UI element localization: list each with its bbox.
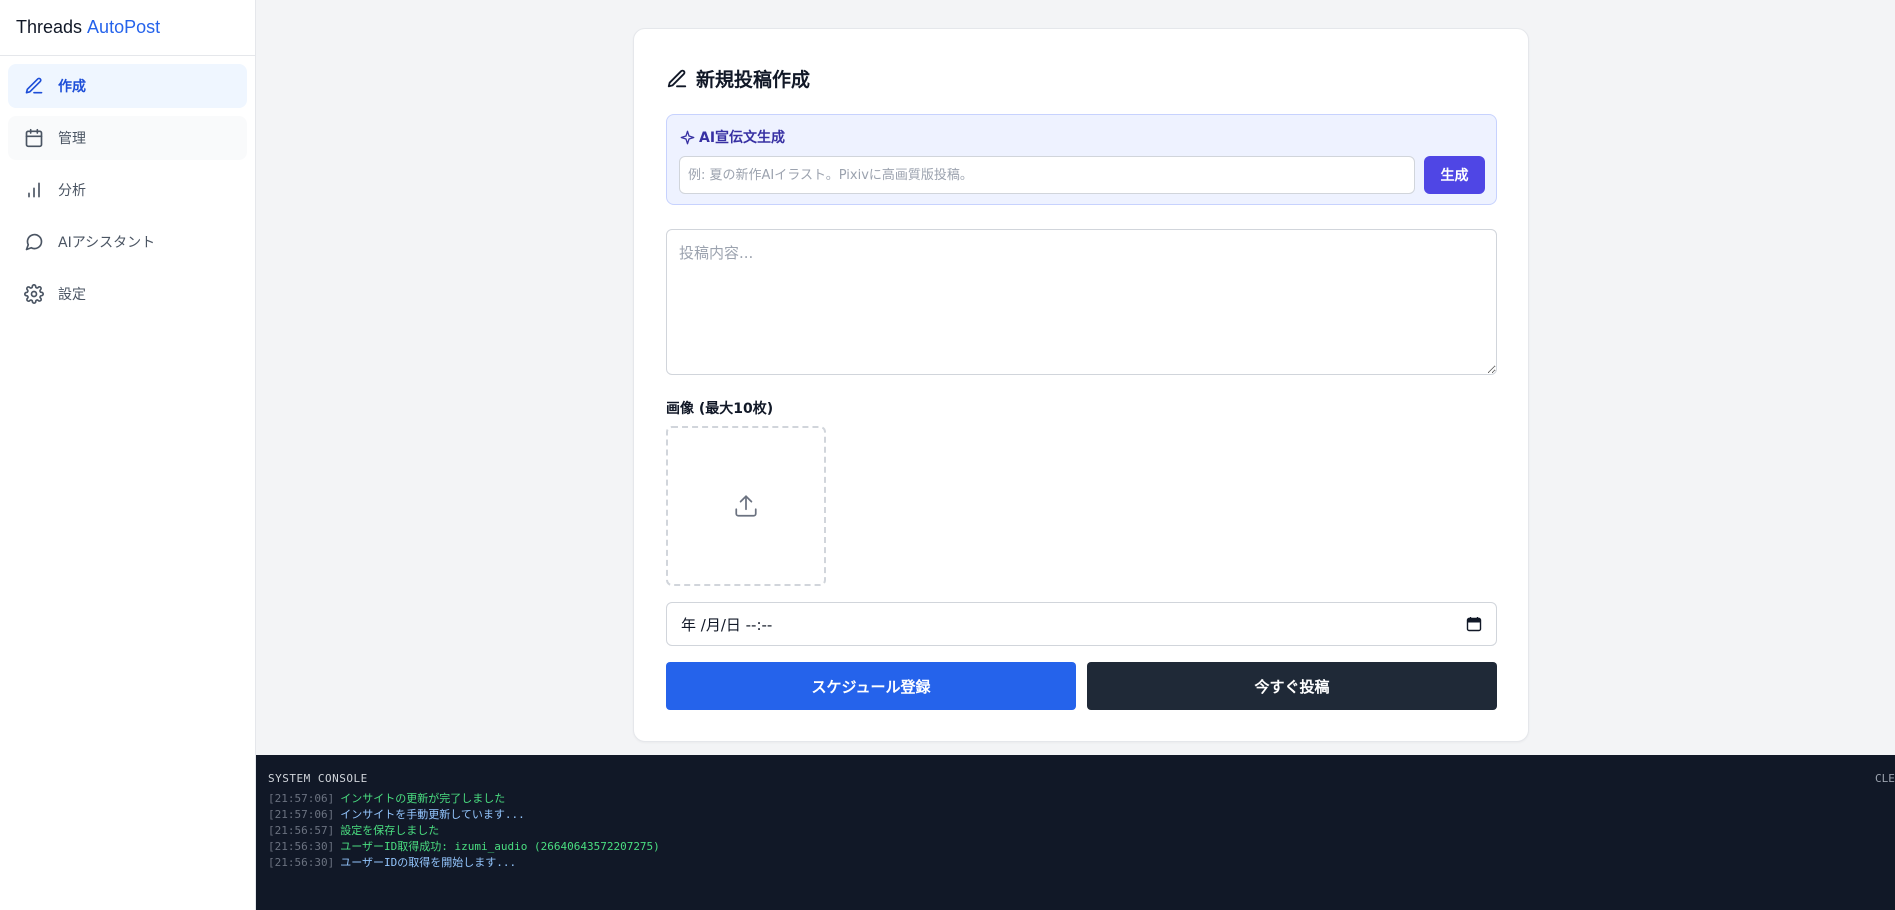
sidebar-nav: 作成 管理 分析 AIアシスタント 設定 — [0, 56, 255, 332]
page-title: 新規投稿作成 — [666, 65, 810, 92]
sidebar-item-label: 作成 — [58, 79, 86, 95]
system-console: SYSTEM CONSOLE CLEAR [21:57:06] インサイトの更新が… — [256, 755, 1895, 910]
image-upload-dropzone[interactable] — [666, 426, 826, 586]
log-message: インサイトを手動更新しています... — [340, 808, 525, 821]
ai-generator-label-text: AI宣伝文生成 — [699, 130, 786, 146]
log-entry: [21:57:06] インサイトを手動更新しています... — [268, 807, 660, 823]
log-entry: [21:57:06] インサイトの更新が完了しました — [268, 791, 660, 807]
bar-chart-icon — [28, 182, 40, 198]
sparkles-icon — [680, 130, 695, 144]
sidebar-item-label: AIアシスタント — [58, 235, 156, 251]
post-content-textarea[interactable] — [666, 229, 1497, 375]
log-message: ユーザーIDの取得を開始します... — [340, 856, 517, 869]
log-message: ユーザーID取得成功: izumi_audio (266406435722072… — [340, 840, 660, 853]
new-post-card: 新規投稿作成 AI宣伝文生成 生成 画像 (最大10枚) 年 /月/日 --:-… — [633, 28, 1529, 742]
images-label: 画像 (最大10枚) — [666, 401, 774, 417]
pencil-icon — [667, 69, 687, 87]
sidebar-item-label: 管理 — [58, 131, 86, 147]
console-log-list: [21:57:06] インサイトの更新が完了しました [21:57:06] インサイ… — [268, 791, 660, 871]
calendar-picker-icon[interactable] — [1466, 616, 1482, 632]
post-now-button[interactable]: 今すぐ投稿 — [1087, 662, 1497, 710]
log-entry: [21:56:30] ユーザーID取得成功: izumi_audio (26640… — [268, 839, 660, 855]
pencil-icon — [25, 77, 43, 94]
sidebar-item-create[interactable]: 作成 — [8, 64, 247, 108]
log-timestamp: [21:56:30] — [268, 856, 335, 869]
message-circle-icon — [25, 233, 43, 251]
console-clear-button[interactable]: CLEAR — [1875, 772, 1895, 785]
log-message: 設定を保存しました — [340, 824, 440, 837]
schedule-datetime-input[interactable]: 年 /月/日 --:-- — [666, 602, 1497, 646]
sidebar-item-analytics[interactable]: 分析 — [8, 168, 247, 212]
log-timestamp: [21:57:06] — [268, 792, 335, 805]
sidebar-item-manage[interactable]: 管理 — [8, 116, 247, 160]
generate-button[interactable]: 生成 — [1424, 156, 1485, 194]
ai-copy-generator: AI宣伝文生成 生成 — [666, 114, 1497, 205]
schedule-button[interactable]: スケジュール登録 — [666, 662, 1076, 710]
brand-name-primary: Threads — [16, 17, 83, 37]
console-title: SYSTEM CONSOLE — [268, 772, 368, 785]
log-entry: [21:56:57] 設定を保存しました — [268, 823, 660, 839]
log-timestamp: [21:56:30] — [268, 840, 335, 853]
brand-logo[interactable]: Threads AutoPost — [0, 0, 255, 56]
sidebar-item-settings[interactable]: 設定 — [8, 272, 247, 316]
ai-generator-label: AI宣伝文生成 — [680, 127, 785, 147]
log-entry: [21:56:30] ユーザーIDの取得を開始します... — [268, 855, 660, 871]
sidebar-item-label: 設定 — [58, 287, 86, 303]
log-timestamp: [21:56:57] — [268, 824, 335, 837]
brand-name-accent: AutoPost — [87, 17, 161, 37]
page-title-text: 新規投稿作成 — [696, 69, 811, 91]
sidebar: Threads AutoPost 作成 管理 分析 AIアシスタント 設定 — [0, 0, 256, 910]
calendar-icon — [25, 128, 43, 148]
upload-icon — [735, 495, 757, 517]
log-message: インサイトの更新が完了しました — [340, 792, 506, 805]
sidebar-item-ai-assistant[interactable]: AIアシスタント — [8, 220, 247, 264]
datetime-value: 年 /月/日 --:-- — [681, 615, 773, 634]
log-timestamp: [21:57:06] — [268, 808, 335, 821]
sidebar-item-label: 分析 — [58, 183, 86, 199]
ai-prompt-input[interactable] — [679, 156, 1415, 194]
gear-icon — [24, 284, 44, 304]
